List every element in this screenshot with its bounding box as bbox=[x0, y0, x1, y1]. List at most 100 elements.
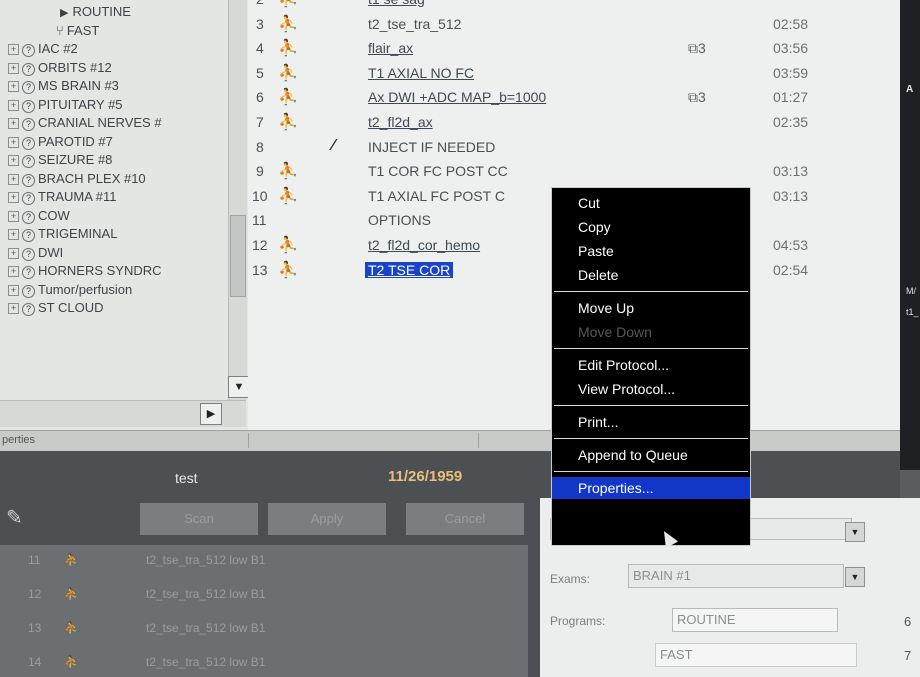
expand-icon[interactable]: + bbox=[8, 81, 19, 92]
tree-node[interactable]: ▶ ROUTINE bbox=[60, 4, 131, 19]
menu-item[interactable]: Cut bbox=[552, 192, 750, 214]
menu-item[interactable]: Move Down bbox=[552, 321, 750, 343]
sequence-row[interactable]: 9 ⛹ T1 COR FC POST CC 03:13 bbox=[248, 160, 898, 184]
queue-name: t2_tse_tra_512 low B1 bbox=[146, 587, 266, 601]
scroll-right-button[interactable]: ▶ bbox=[200, 403, 222, 425]
expand-icon[interactable]: + bbox=[8, 210, 19, 222]
menu-item-label: Cut bbox=[578, 195, 600, 211]
sequence-name[interactable]: OPTIONS bbox=[368, 212, 431, 228]
scan-button[interactable]: Scan bbox=[140, 503, 258, 535]
tree-node[interactable]: +? ORBITS #12 bbox=[8, 60, 112, 76]
tree-node[interactable]: +? DWI bbox=[8, 245, 63, 261]
tree-node-label: PITUITARY #5 bbox=[38, 96, 123, 112]
menu-item[interactable]: Properties... bbox=[552, 477, 750, 499]
expand-icon[interactable]: + bbox=[8, 247, 19, 259]
help-icon: ? bbox=[22, 192, 35, 205]
expand-icon[interactable]: + bbox=[8, 266, 19, 277]
sequence-name[interactable]: T1 COR FC POST CC bbox=[368, 163, 508, 179]
tree-node[interactable]: +? SEIZURE #8 bbox=[8, 152, 112, 168]
tree-scroll-thumb[interactable] bbox=[230, 215, 246, 297]
sequence-row[interactable]: 6 ⛹ Ax DWI +ADC MAP_b=1000 ⧉3 01:27 bbox=[248, 86, 898, 110]
queue-number: 12 bbox=[28, 587, 42, 601]
expand-icon[interactable]: + bbox=[8, 173, 19, 185]
pencil-icon[interactable]: ✎ bbox=[6, 505, 23, 530]
exams-field[interactable]: BRAIN #1 bbox=[628, 564, 844, 588]
programs-field[interactable]: ROUTINE bbox=[672, 608, 838, 632]
sequence-name[interactable]: T1 AXIAL FC POST C bbox=[368, 188, 505, 204]
exams-dropdown-button[interactable]: ▼ bbox=[845, 567, 865, 587]
menu-item[interactable]: Move Up bbox=[552, 297, 750, 319]
menu-item[interactable]: Append to Queue bbox=[552, 444, 750, 466]
expand-icon[interactable]: + bbox=[8, 118, 19, 129]
status-bar: perties bbox=[0, 430, 900, 451]
tree-vertical-scrollbar[interactable] bbox=[228, 0, 247, 400]
tree-node[interactable]: +? TRIGEMINAL bbox=[8, 226, 117, 242]
tree-node[interactable]: +? Tumor/perfusion bbox=[8, 282, 132, 298]
menu-item[interactable]: Edit Protocol... bbox=[552, 354, 750, 376]
menu-item[interactable]: Print... bbox=[552, 411, 750, 433]
expand-icon[interactable]: + bbox=[8, 303, 19, 314]
menu-item[interactable]: Delete bbox=[552, 264, 750, 286]
sequence-name[interactable]: t1 se sag bbox=[368, 0, 425, 7]
sequence-row[interactable]: 4 ⛹ flair_ax ⧉3 03:56 bbox=[248, 37, 898, 61]
tree-node[interactable]: +? IAC #2 bbox=[8, 41, 78, 57]
tree-node-label: HORNERS SYNDRC bbox=[38, 263, 162, 278]
help-icon: ? bbox=[22, 99, 35, 113]
expand-icon[interactable]: + bbox=[8, 136, 19, 148]
menu-item[interactable]: Copy bbox=[552, 216, 750, 238]
tree-node[interactable]: +? TRAUMA #11 bbox=[8, 189, 117, 205]
sequence-name[interactable]: t2_fl2d_ax bbox=[368, 114, 433, 130]
menu-separator bbox=[554, 348, 748, 349]
tree-node[interactable]: +? BRACH PLEX #10 bbox=[8, 171, 146, 187]
menu-item[interactable]: Paste bbox=[552, 240, 750, 262]
expand-icon[interactable]: + bbox=[8, 284, 19, 296]
tree-node[interactable]: +? ST CLOUD bbox=[8, 300, 104, 316]
menu-item-label: Copy bbox=[578, 219, 611, 235]
expand-icon[interactable]: + bbox=[8, 62, 19, 74]
help-icon: ? bbox=[22, 247, 35, 261]
apply-button[interactable]: Apply bbox=[268, 503, 386, 535]
tree-node[interactable]: +? COW bbox=[8, 208, 70, 224]
tree-node[interactable]: +? MS BRAIN #3 bbox=[8, 78, 119, 94]
sequence-name[interactable]: Ax DWI +ADC MAP_b=1000 bbox=[368, 89, 546, 105]
chevron-down-icon: ▼ bbox=[233, 381, 245, 393]
sequence-row[interactable]: 7 ⛹ t2_fl2d_ax 02:35 bbox=[248, 111, 898, 135]
tree-node[interactable]: ⑂ FAST bbox=[56, 23, 99, 38]
sequence-row[interactable]: 3 ⛹ t2_tse_tra_512 02:58 bbox=[248, 13, 898, 37]
tree-node-label: BRACH PLEX #10 bbox=[38, 170, 146, 186]
side-number: 7 bbox=[904, 648, 912, 663]
sequence-number: 12 bbox=[252, 237, 268, 253]
expand-icon[interactable]: + bbox=[8, 192, 19, 203]
queue-name: t2_tse_tra_512 low B1 bbox=[146, 621, 266, 635]
tree-horizontal-scrollbar[interactable]: ▶ bbox=[0, 400, 246, 427]
tree-node[interactable]: +? PAROTID #7 bbox=[8, 134, 113, 150]
tree-node[interactable]: +? HORNERS SYNDRC bbox=[8, 263, 162, 279]
sequence-name[interactable]: T2 TSE COR bbox=[365, 261, 454, 278]
scroll-down-button[interactable]: ▼ bbox=[228, 376, 250, 398]
sequence-number: 10 bbox=[252, 187, 268, 204]
menu-item-label: Print... bbox=[578, 414, 619, 430]
sequence-name[interactable]: t2_tse_tra_512 bbox=[368, 16, 461, 32]
programs-list[interactable]: FAST bbox=[655, 643, 857, 667]
patient-position-icon: ⛹ bbox=[64, 621, 79, 635]
sequence-name[interactable]: flair_ax bbox=[368, 40, 413, 56]
expand-icon[interactable]: + bbox=[8, 155, 19, 166]
sequence-row[interactable]: 2 ⛹ t1 se sag bbox=[248, 0, 898, 12]
sequence-row[interactable]: 5 ⛹ T1 AXIAL NO FC 03:59 bbox=[248, 62, 898, 86]
expand-icon[interactable]: + bbox=[8, 99, 19, 111]
tree-node[interactable]: +? PITUITARY #5 bbox=[8, 97, 123, 113]
sequence-name[interactable]: t2_fl2d_cor_hemo bbox=[368, 237, 480, 253]
protocol-dropdown-button[interactable]: ▼ bbox=[845, 522, 865, 542]
expand-icon[interactable]: + bbox=[8, 229, 19, 240]
sequence-row[interactable]: 8 ⁄ INJECT IF NEEDED bbox=[248, 136, 898, 160]
cancel-button[interactable]: Cancel bbox=[406, 503, 524, 535]
tree-node-label: Tumor/perfusion bbox=[38, 281, 133, 297]
sequence-name[interactable]: INJECT IF NEEDED bbox=[368, 139, 495, 155]
tree-node[interactable]: +? CRANIAL NERVES # bbox=[8, 115, 162, 131]
exams-value: BRAIN #1 bbox=[633, 568, 691, 583]
patient-position-icon: ⛹ bbox=[278, 114, 298, 131]
sequence-name[interactable]: T1 AXIAL NO FC bbox=[368, 65, 474, 81]
expand-icon[interactable]: + bbox=[8, 44, 19, 55]
menu-separator bbox=[554, 471, 748, 472]
menu-item[interactable]: View Protocol... bbox=[552, 378, 750, 400]
